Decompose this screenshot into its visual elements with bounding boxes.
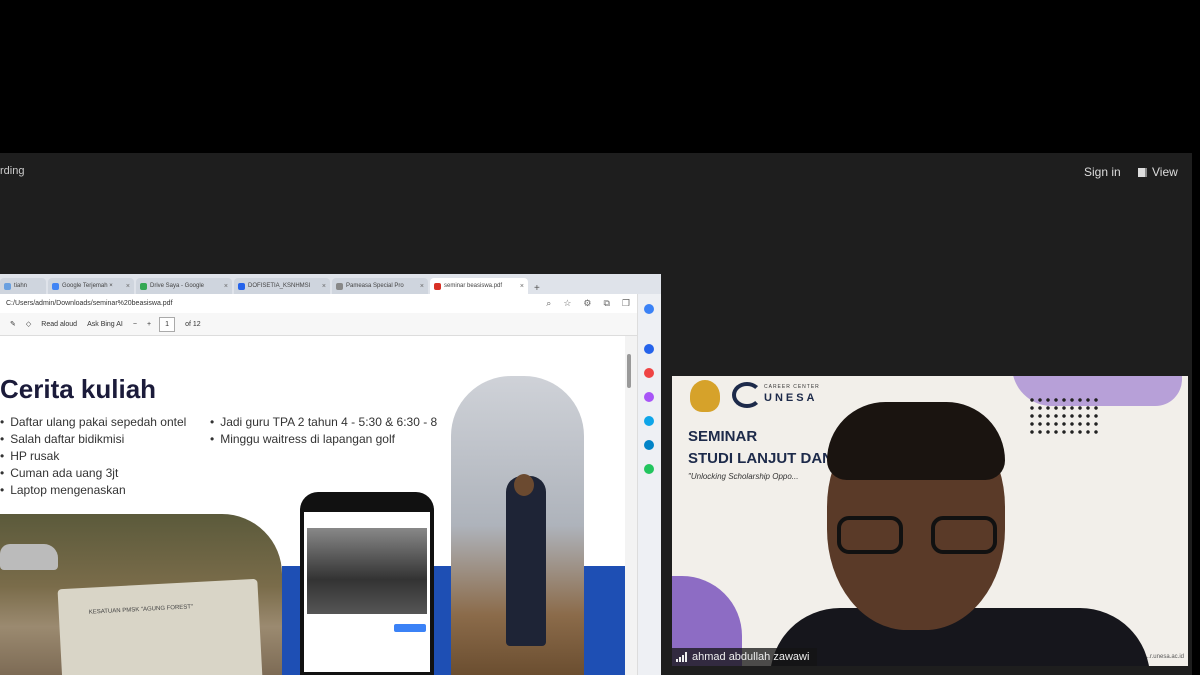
ask-bing-button[interactable]: Ask Bing AI <box>87 321 123 328</box>
university-logo-icon <box>690 380 720 412</box>
phone-screen <box>304 512 430 672</box>
tab-close-icon[interactable]: × <box>224 283 228 290</box>
search-icon[interactable]: ⌕ <box>546 298 551 309</box>
extensions-icon[interactable]: ⚙ <box>583 298 591 309</box>
speaker-hair <box>827 402 1005 480</box>
browser-tab[interactable]: Pameasa Special Pro × <box>332 278 428 294</box>
bullet-item: Laptop mengenaskan <box>0 482 186 499</box>
search-icon[interactable] <box>644 344 654 354</box>
slide-title: Cerita kuliah <box>0 374 157 404</box>
tab-favicon-icon <box>336 282 343 290</box>
bullet-item: Minggu waitress di lapangan golf <box>210 431 437 448</box>
browser-tab-active[interactable]: seminar beasiswa.pdf × <box>430 278 528 294</box>
banner-seminar: SEMINAR <box>688 428 758 445</box>
url-text: C:/Users/admin/Downloads/seminar%20beasi… <box>6 300 173 307</box>
glasses-lens <box>931 516 997 554</box>
pdf-slide: Cerita kuliah Daftar ulang pakai sepedah… <box>0 336 625 675</box>
bullet-item: Daftar ulang pakai sepedah ontel <box>0 414 186 431</box>
erase-icon[interactable]: ◇ <box>26 320 31 328</box>
bullet-item: Jadi guru TPA 2 tahun 4 - 5:30 & 6:30 - … <box>210 414 437 431</box>
bullet-item: HP rusak <box>0 448 186 465</box>
tab-favicon-icon <box>140 282 147 290</box>
person-figure <box>506 476 546 646</box>
bullet-item: Cuman ada uang 3jt <box>0 465 186 482</box>
logo-text: UNESA <box>764 392 818 404</box>
outlook-icon[interactable] <box>644 440 654 450</box>
browser-tab-bar: tiahn Google Terjemah × × Drive Saya - Go… <box>0 274 661 294</box>
drop-icon[interactable] <box>644 464 654 474</box>
copilot-icon[interactable] <box>644 304 654 314</box>
games-icon[interactable] <box>644 416 654 426</box>
slide-photo-person <box>451 376 584 675</box>
tab-favicon-icon <box>238 282 245 290</box>
slide-phone-screenshot <box>300 492 434 675</box>
sign-in-button[interactable]: Sign in <box>1076 161 1129 183</box>
read-aloud-button[interactable]: Read aloud <box>41 321 77 328</box>
tab-favicon-icon <box>4 282 11 290</box>
glasses-lens <box>837 516 903 554</box>
view-button[interactable]: View <box>1132 161 1184 183</box>
slide-photo-forest-sign: KESATUAN PMSK "AGUNG FOREST" <box>0 514 282 675</box>
phone-follow-button <box>394 624 426 632</box>
stone-sign-image: KESATUAN PMSK "AGUNG FOREST" <box>57 578 263 675</box>
draw-icon[interactable]: ✎ <box>10 320 16 328</box>
browser-toolbar-icons: ⌕ ☆ ⚙ ⧉ ❐ … <box>546 298 651 309</box>
banner-tagline: "Unlocking Scholarship Oppo... <box>688 472 799 481</box>
person-head <box>514 474 534 496</box>
participant-name: ahmad abdullah zawawi <box>692 651 810 663</box>
page-number-input[interactable]: 1 <box>159 316 176 332</box>
audio-signal-icon <box>676 652 687 662</box>
page-total: of 12 <box>185 320 201 328</box>
bullet-item: Salah daftar bidikmisi <box>0 431 186 448</box>
collections-icon[interactable]: ❐ <box>622 298 630 309</box>
browser-tab[interactable]: DOFISETIA_KSNHMSI × <box>234 278 330 294</box>
sign-text: KESATUAN PMSK "AGUNG FOREST" <box>88 604 194 616</box>
pdf-favicon-icon <box>434 282 441 290</box>
shopping-icon[interactable] <box>644 368 654 378</box>
phone-photo-image <box>307 528 427 614</box>
favorite-star-icon[interactable]: ☆ <box>563 298 571 309</box>
pdf-toolbar: ✎ ◇ Read aloud Ask Bing AI − + 1 of 12 <box>0 313 661 336</box>
tab-favicon-icon <box>52 282 59 290</box>
zoom-out-icon[interactable]: − <box>133 321 137 328</box>
participant-video-tile[interactable]: CAREER CENTER UNESA SEMINAR STUDI LANJUT… <box>672 376 1188 666</box>
browser-tab[interactable]: tiahn <box>0 278 46 294</box>
tab-close-icon[interactable]: × <box>322 283 326 290</box>
new-tab-icon[interactable]: + <box>534 283 540 294</box>
browser-tab[interactable]: Google Terjemah × × <box>48 278 134 294</box>
tab-close-icon[interactable]: × <box>520 283 524 290</box>
edge-sidebar <box>637 294 661 675</box>
car-image <box>0 544 58 570</box>
zoom-in-icon[interactable]: + <box>147 321 151 328</box>
address-bar[interactable]: C:/Users/admin/Downloads/seminar%20beasi… <box>0 294 661 314</box>
logo-subtitle: CAREER CENTER <box>764 384 820 390</box>
view-icon <box>1138 167 1147 177</box>
speaker-glasses <box>837 516 997 556</box>
career-center-logo-icon <box>732 382 762 408</box>
banner-dots-pattern <box>1028 396 1098 436</box>
shared-screen-browser: tiahn Google Terjemah × × Drive Saya - Go… <box>0 274 661 675</box>
browser-tab[interactable]: Drive Saya - Google × <box>136 278 232 294</box>
slide-bullets-right: Jadi guru TPA 2 tahun 4 - 5:30 & 6:30 - … <box>210 414 437 448</box>
recording-indicator: rding <box>0 165 25 177</box>
tab-close-icon[interactable]: × <box>420 283 424 290</box>
pdf-scrollbar[interactable] <box>627 354 631 388</box>
view-label: View <box>1152 165 1178 179</box>
tab-close-icon[interactable]: × <box>126 283 130 290</box>
banner-footer-url: ...r.unesa.ac.id <box>1144 654 1184 660</box>
tools-icon[interactable] <box>644 392 654 402</box>
participant-name-label: ahmad abdullah zawawi <box>672 648 818 666</box>
slide-bullets-left: Daftar ulang pakai sepedah ontel Salah d… <box>0 414 186 499</box>
split-screen-icon[interactable]: ⧉ <box>603 298 609 309</box>
